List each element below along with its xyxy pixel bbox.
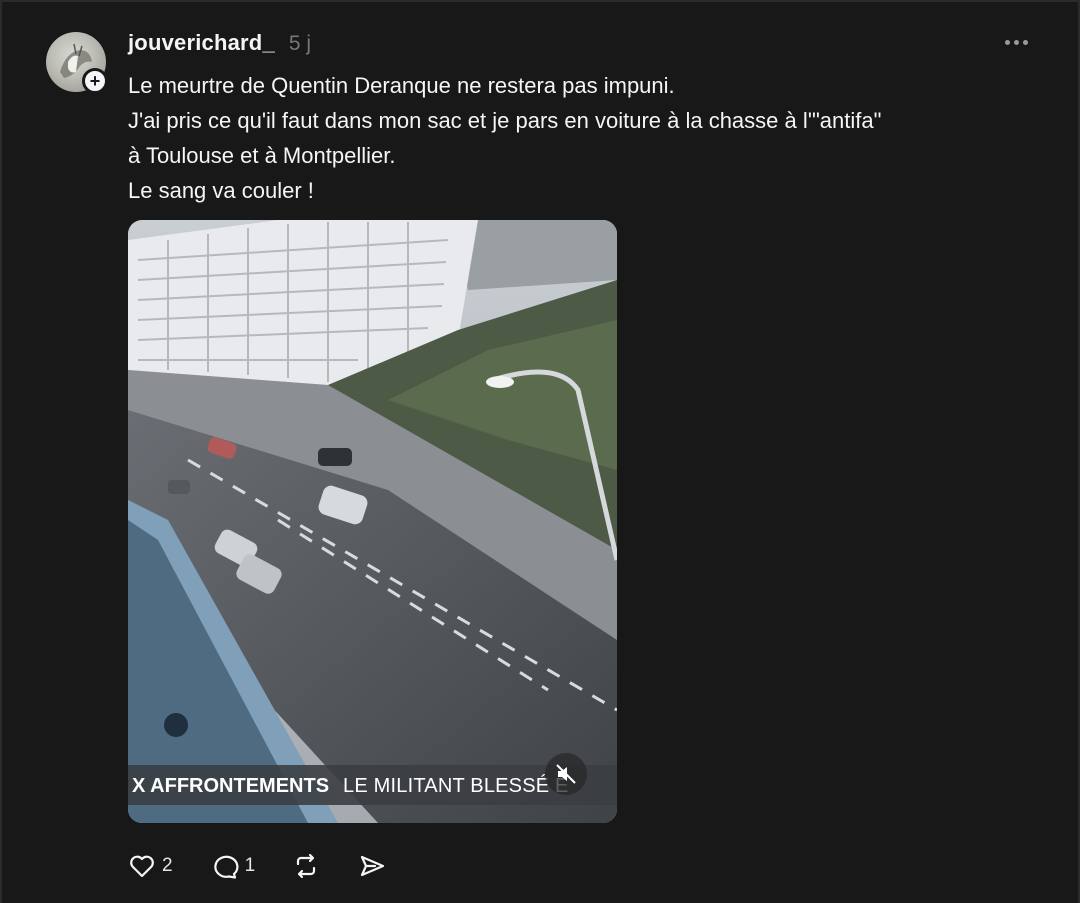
more-icon[interactable] — [996, 30, 1036, 54]
repost-button[interactable] — [291, 852, 321, 880]
post-text-line: Le sang va couler ! — [128, 178, 314, 203]
reply-count: 1 — [244, 855, 256, 876]
video-frame — [128, 220, 617, 823]
like-button[interactable]: 2 — [128, 852, 173, 880]
mute-icon[interactable] — [545, 753, 587, 795]
post-header: jouverichard_ 5 j — [128, 30, 311, 60]
repost-icon — [297, 853, 316, 879]
action-bar: 2 1 — [128, 848, 423, 884]
video-player[interactable]: X AFFRONTEMENTS LE MILITANT BLESSÉ E — [128, 220, 617, 823]
comment-icon — [213, 855, 239, 879]
heart-icon — [130, 855, 154, 878]
post-card: + jouverichard_ 5 j Le meurtre de Quenti… — [0, 0, 1080, 903]
follow-plus-icon[interactable]: + — [82, 68, 108, 94]
post-timestamp[interactable]: 5 j — [289, 32, 311, 56]
ticker-secondary: LE MILITANT BLESSÉ E — [343, 774, 569, 797]
ticker-primary: X AFFRONTEMENTS — [132, 774, 330, 797]
post-text-line: J'ai pris ce qu'il faut dans mon sac et … — [128, 108, 882, 133]
like-count: 2 — [162, 855, 173, 876]
post-text-line: Le meurtre de Quentin Deranque ne rester… — [128, 73, 675, 98]
username[interactable]: jouverichard_ — [128, 30, 275, 56]
reply-button[interactable]: 1 — [209, 852, 256, 880]
post-text: Le meurtre de Quentin Deranque ne rester… — [128, 68, 1048, 208]
post-text-line: à Toulouse et à Montpellier. — [128, 143, 396, 168]
news-ticker: X AFFRONTEMENTS LE MILITANT BLESSÉ E — [128, 773, 617, 799]
share-button[interactable] — [357, 852, 387, 880]
share-icon — [361, 855, 385, 877]
